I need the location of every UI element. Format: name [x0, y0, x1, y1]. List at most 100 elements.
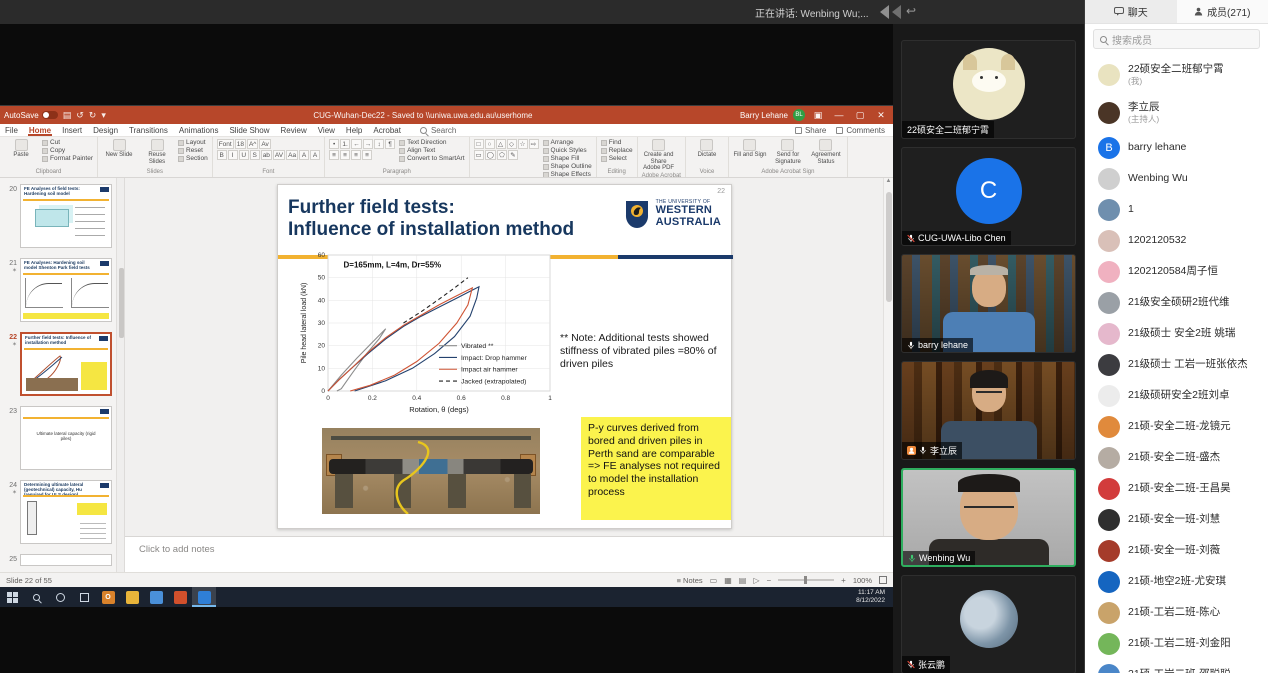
member-row-21硕-工岩二班-刘金阳[interactable]: 21硕-工岩二班-刘金阳 — [1085, 628, 1268, 659]
member-row-1202120532[interactable]: 1202120532 — [1085, 225, 1268, 256]
taskbar-clock[interactable]: 11:17 AM 8/12/2022 — [856, 589, 893, 605]
ribbon-button-shape-effects[interactable]: Shape Effects — [543, 171, 592, 178]
member-row-21级硕研安全2班刘卓[interactable]: 21级硕研安全2班刘卓 — [1085, 380, 1268, 411]
ribbon-tool-item[interactable]: ◯ — [485, 150, 496, 160]
ribbon-tool-item[interactable]: ◇ — [507, 139, 517, 149]
member-search-input[interactable]: 搜索成员 — [1093, 29, 1260, 49]
account-name[interactable]: Barry Lehane — [740, 111, 788, 120]
video-tile-李立辰[interactable]: 李立辰 — [901, 361, 1076, 460]
undo-icon[interactable]: ↺ — [76, 111, 84, 120]
menu-tab-file[interactable]: File — [4, 125, 19, 136]
slide-thumbnail-preview[interactable]: FE Analyses: Hardening soil model Shento… — [20, 258, 112, 322]
autosave-toggle[interactable]: AutoSave — [4, 111, 58, 120]
ribbon-button-section[interactable]: Section — [178, 155, 208, 162]
file-explorer-icon[interactable] — [120, 587, 144, 607]
comments-button[interactable]: Comments — [836, 126, 885, 135]
ribbon-tool-font[interactable]: Font — [217, 139, 234, 149]
zoom-out-icon[interactable]: − — [766, 576, 771, 585]
quick-access-dropdown-icon[interactable]: ▾ — [101, 111, 106, 120]
minimize-button[interactable]: — — [831, 110, 847, 120]
video-tile-22硕安全二班郁宁霄[interactable]: 22硕安全二班郁宁霄 — [901, 40, 1076, 139]
member-row-21级安全硕研2班代维[interactable]: 21级安全硕研2班代维 — [1085, 287, 1268, 318]
ribbon-tool-1[interactable]: 1. — [340, 139, 350, 149]
member-row-21硕-安全二班-龙镜元[interactable]: 21硕-安全二班-龙镜元 — [1085, 411, 1268, 442]
ribbon-tool-item[interactable]: ≡ — [351, 150, 361, 160]
zoom-slider[interactable] — [778, 579, 834, 581]
ribbon-tool-aa[interactable]: Aa — [286, 150, 298, 160]
ribbon-button-format-painter[interactable]: Format Painter — [42, 155, 93, 162]
ribbon-button-select[interactable]: Select — [601, 155, 633, 162]
reading-view-icon[interactable]: ▤ — [739, 576, 747, 585]
menu-tab-slide-show[interactable]: Slide Show — [228, 125, 270, 136]
slide-sorter-icon[interactable]: ▦ — [724, 576, 732, 585]
slide-canvas[interactable]: 22 Further field tests: Influence of ins… — [277, 184, 732, 529]
ribbon-tool-ab[interactable]: ab — [261, 150, 272, 160]
redo-icon[interactable]: ↻ — [89, 111, 97, 120]
menu-tab-design[interactable]: Design — [92, 125, 119, 136]
member-row-21级硕士-工岩一班张依杰[interactable]: 21级硕士 工岩一班张依杰 — [1085, 349, 1268, 380]
ribbon-tool-item[interactable]: ← — [351, 139, 362, 149]
member-row-21硕-地空2班-尤安琪[interactable]: 21硕-地空2班-尤安琪 — [1085, 566, 1268, 597]
ribbon-button-convert-to-smartart[interactable]: Convert to SmartArt — [399, 155, 464, 162]
thumbnail-scrollbar[interactable] — [116, 178, 124, 572]
ribbon-button-paste[interactable]: Paste — [4, 139, 38, 159]
slide-thumbnail-preview[interactable]: Further field tests: Influence of instal… — [20, 332, 112, 396]
zoom-in-icon[interactable]: + — [841, 576, 846, 585]
menu-tab-insert[interactable]: Insert — [61, 125, 83, 136]
ribbon-tool-av[interactable]: AV — [273, 150, 285, 160]
ribbon-tool-18[interactable]: 18 — [235, 139, 246, 149]
task-view-icon[interactable] — [72, 587, 96, 607]
tab-chat[interactable]: 聊天 — [1085, 0, 1177, 23]
ribbon-button-quick-styles[interactable]: Quick Styles — [543, 147, 592, 154]
ribbon-button-reuse-slides[interactable]: Reuse Slides — [140, 139, 174, 165]
member-row-21硕-安全二班-盛杰[interactable]: 21硕-安全二班-盛杰 — [1085, 442, 1268, 473]
ribbon-button-fill-and-sign[interactable]: Fill and Sign — [733, 139, 767, 159]
meeting-app-icon[interactable] — [192, 587, 216, 607]
ribbon-button-arrange[interactable]: Arrange — [543, 139, 592, 146]
ribbon-tool-item[interactable]: ≡ — [340, 150, 350, 160]
ribbon-tool-item[interactable]: ¶ — [385, 139, 395, 149]
slideshow-icon[interactable]: ▷ — [753, 576, 759, 585]
normal-view-icon[interactable]: ▭ — [710, 576, 718, 585]
ribbon-tool-b[interactable]: B — [217, 150, 227, 160]
video-tile-barry-lehane[interactable]: barry lehane — [901, 254, 1076, 353]
share-button[interactable]: Share — [795, 126, 826, 135]
ribbon-display-options-icon[interactable]: ▣ — [810, 110, 826, 121]
slide-thumbnail-24[interactable]: 24✶Determining ultimate lateral (geotech… — [4, 480, 112, 544]
slide-scrollbar[interactable]: ▲ — [883, 178, 893, 536]
video-tile-wenbing-wu[interactable]: Wenbing Wu — [901, 468, 1076, 567]
taskbar-search-icon[interactable] — [24, 587, 48, 607]
ribbon-button-find[interactable]: Find — [601, 139, 633, 146]
member-row-barry-lehane[interactable]: Bbarry lehane — [1085, 132, 1268, 163]
member-row-21硕-安全一班-刘慧[interactable]: 21硕-安全一班-刘慧 — [1085, 504, 1268, 535]
member-row-李立辰[interactable]: 李立辰(主持人) — [1085, 94, 1268, 132]
ribbon-tool-i[interactable]: I — [228, 150, 238, 160]
ribbon-tool-a[interactable]: A — [310, 150, 320, 160]
notes-pane[interactable]: Click to add notes — [125, 536, 893, 573]
ribbon-button-layout[interactable]: Layout — [178, 139, 208, 146]
menu-tab-home[interactable]: Home — [28, 125, 52, 136]
ribbon-button-reset[interactable]: Reset — [178, 147, 208, 154]
slide-thumbnail-22[interactable]: 22✶Further field tests: Influence of ins… — [4, 332, 112, 396]
member-row-21硕-安全一班-刘薇[interactable]: 21硕-安全一班-刘薇 — [1085, 535, 1268, 566]
ribbon-tool-item[interactable]: ≡ — [329, 150, 339, 160]
member-row-21硕-工岩二班-陈心[interactable]: 21硕-工岩二班-陈心 — [1085, 597, 1268, 628]
ribbon-tool-item[interactable]: • — [329, 139, 339, 149]
member-row-21硕-安全二班-王昌昊[interactable]: 21硕-安全二班-王昌昊 — [1085, 473, 1268, 504]
slide-thumbnail-25[interactable]: 25 — [4, 554, 112, 566]
ribbon-button-dictate[interactable]: Dictate — [690, 139, 724, 159]
ribbon-button-send-for-signature[interactable]: Send for Signature — [771, 139, 805, 165]
ribbon-button-cut[interactable]: Cut — [42, 139, 93, 146]
ribbon-tool-item[interactable]: □ — [474, 139, 484, 149]
chrome-icon[interactable] — [144, 587, 168, 607]
slide-thumbnail-21[interactable]: 21✶FE Analyses: Hardening soil model She… — [4, 258, 112, 322]
ribbon-button-replace[interactable]: Replace — [601, 147, 633, 154]
start-button[interactable] — [0, 587, 24, 607]
ribbon-button-create-and-share-adobe-pdf[interactable]: Create and Share Adobe PDF — [642, 139, 676, 172]
ribbon-button-shape-outline[interactable]: Shape Outline — [543, 163, 592, 170]
ribbon-tool-a[interactable]: A^ — [247, 139, 258, 149]
ribbon-tool-s[interactable]: S — [250, 150, 260, 160]
menu-tab-animations[interactable]: Animations — [178, 125, 220, 136]
save-icon[interactable]: ▤ — [63, 111, 72, 120]
ribbon-tool-item[interactable]: ≡ — [362, 150, 372, 160]
